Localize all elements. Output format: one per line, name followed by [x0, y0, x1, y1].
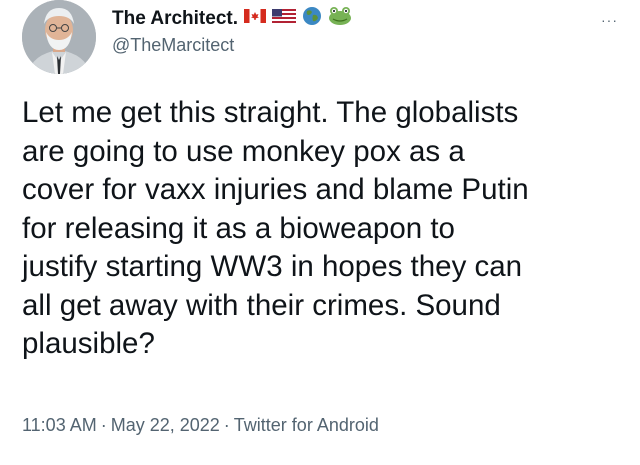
tweet-time[interactable]: 11:03 AM	[22, 415, 97, 435]
author-display-name[interactable]: The Architect.	[112, 8, 238, 30]
avatar[interactable]	[22, 0, 96, 74]
author-name-row: The Architect.	[112, 6, 352, 31]
tweet-text: Let me get this straight. The globalists…	[22, 96, 529, 360]
more-options-icon[interactable]: ···	[601, 12, 618, 28]
tweet-metadata: 11:03 AM · May 22, 2022 · Twitter for Androi…	[22, 415, 379, 436]
canada-flag-icon	[244, 9, 266, 28]
frog-icon	[328, 6, 352, 31]
tweet-source[interactable]: Twitter for Android	[234, 415, 379, 435]
separator-dot: ·	[223, 415, 230, 435]
tweet-card: The Architect. @TheMarcitect ··· Let me …	[0, 0, 640, 465]
usa-flag-icon	[272, 9, 296, 28]
separator-dot: ·	[100, 415, 107, 435]
avatar-image	[22, 0, 96, 74]
tweet-date[interactable]: May 22, 2022	[111, 415, 220, 435]
earth-globe-icon	[302, 6, 322, 31]
author-handle[interactable]: @TheMarcitect	[112, 35, 234, 56]
